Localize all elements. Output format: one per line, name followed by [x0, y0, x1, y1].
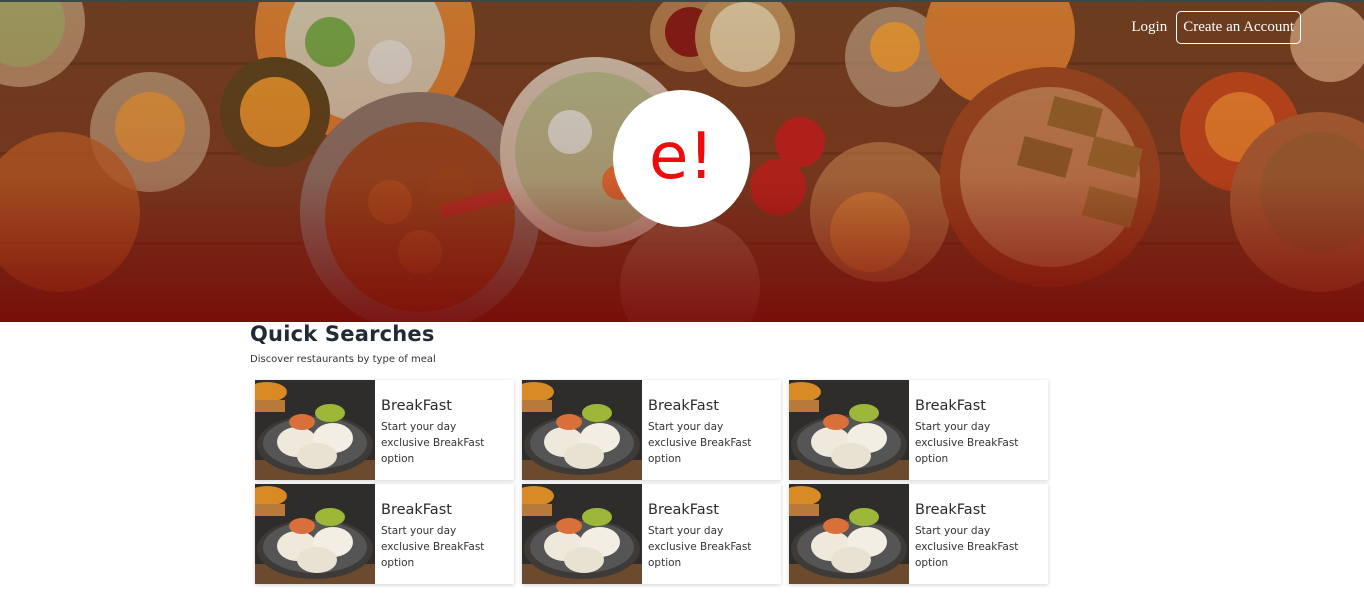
meal-type-card[interactable]: BreakFast Start your day exclusive Break… [789, 380, 1048, 480]
meal-image [789, 484, 909, 584]
meal-type-card[interactable]: BreakFast Start your day exclusive Break… [522, 380, 781, 480]
meal-type-card[interactable]: BreakFast Start your day exclusive Break… [789, 484, 1048, 584]
create-account-button[interactable]: Create an Account [1176, 11, 1301, 44]
card-title: BreakFast [381, 398, 452, 414]
quick-searches-title: Quick Searches [250, 322, 435, 346]
card-description: Start your day exclusive BreakFast optio… [381, 525, 485, 569]
card-description: Start your day exclusive BreakFast optio… [648, 525, 752, 569]
meal-type-card[interactable]: BreakFast Start your day exclusive Break… [255, 484, 514, 584]
meal-type-card[interactable]: BreakFast Start your day exclusive Break… [255, 380, 514, 480]
card-title: BreakFast [915, 398, 986, 414]
quick-searches-grid: BreakFast Start your day exclusive Break… [255, 380, 1048, 584]
login-link[interactable]: Login [1131, 13, 1167, 42]
logo-text: e! [648, 119, 715, 194]
card-description: Start your day exclusive BreakFast optio… [381, 421, 485, 465]
card-title: BreakFast [648, 398, 719, 414]
logo[interactable]: e! [613, 90, 750, 227]
card-title: BreakFast [648, 502, 719, 518]
card-description: Start your day exclusive BreakFast optio… [648, 421, 752, 465]
header-nav: Login Create an Account [1131, 11, 1301, 44]
meal-image [789, 380, 909, 480]
card-description: Start your day exclusive BreakFast optio… [915, 421, 1019, 465]
meal-image [522, 380, 642, 480]
meal-image [255, 484, 375, 584]
meal-image [522, 484, 642, 584]
meal-image [255, 380, 375, 480]
card-title: BreakFast [915, 502, 986, 518]
meal-type-card[interactable]: BreakFast Start your day exclusive Break… [522, 484, 781, 584]
quick-searches-subtitle: Discover restaurants by type of meal [250, 354, 436, 365]
card-description: Start your day exclusive BreakFast optio… [915, 525, 1019, 569]
card-title: BreakFast [381, 502, 452, 518]
hero-banner: Login Create an Account e! [0, 2, 1364, 322]
